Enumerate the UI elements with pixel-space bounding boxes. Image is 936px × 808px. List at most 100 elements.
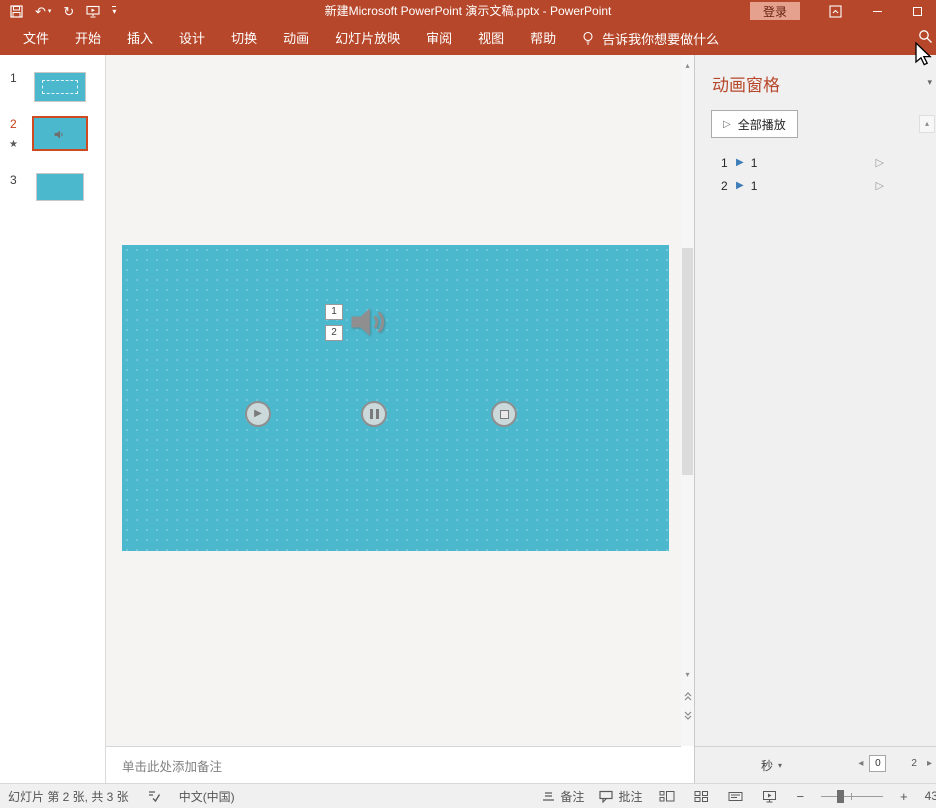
play-icon: ▷ [723,119,731,130]
ribbon-display-options-button[interactable] [826,2,844,20]
slide-info: 幻灯片 第 2 张, 共 3 张 [8,788,129,805]
ribbon-display-icon [829,5,842,18]
ribbon-tab-bar: 文件 开始 插入 设计 切换 动画 幻灯片放映 审阅 视图 帮助 告诉我你想要做… [0,22,936,55]
timeline-scroll-right-button[interactable]: ▸ [927,758,932,769]
slide-sorter-view-button[interactable] [692,790,711,803]
editor-scrollbar[interactable]: ▴ ▾ [681,55,694,746]
zoom-slider[interactable] [821,789,883,803]
animation-label: 1 [751,179,758,193]
notes-pane[interactable]: 单击此处添加备注 [106,746,681,783]
animation-pane: 动画窗格 ▾ ▷ 全部播放 ▴ 1 ▶ 1 ▷ 2 ▶ 1 ▷ 秒 ▾ ◂ 0 [694,55,936,783]
audio-speaker-icon [53,128,66,141]
zoom-out-button[interactable]: − [794,789,806,804]
stop-icon [500,410,509,419]
spellcheck-button[interactable] [147,789,161,803]
media-play-icon: ▶ [736,157,744,168]
play-all-button[interactable]: ▷ 全部播放 [711,110,798,138]
animation-item-2[interactable]: 2 ▶ 1 ▷ [709,175,884,196]
tab-slide-show[interactable]: 幻灯片放映 [322,22,413,55]
comment-icon [599,790,613,803]
zoom-slider-midpoint [851,793,852,800]
zoom-slider-track [821,796,883,797]
slide-thumbnail-panel: 1 2 ★ 3 [0,55,106,783]
normal-view-button[interactable] [657,790,677,803]
scroll-up-button[interactable]: ▴ [681,58,694,74]
tab-transitions[interactable]: 切换 [218,22,270,55]
stop-button[interactable] [491,401,517,427]
slide-show-icon [762,790,777,803]
slide-number-2: 2 [10,117,17,131]
animation-item-1[interactable]: 1 ▶ 1 ▷ [709,152,884,173]
tab-view[interactable]: 视图 [465,22,517,55]
mouse-cursor [914,42,933,68]
chevron-down-icon: ▾ [778,761,782,770]
notes-icon [542,790,555,802]
status-right: 备注 批注 [542,784,936,808]
play-icon: ▶ [254,409,262,419]
animation-tag-1[interactable]: 1 [325,304,343,320]
animation-list-scroll-up-button[interactable]: ▴ [919,115,935,133]
tab-insert[interactable]: 插入 [114,22,166,55]
slide-sorter-icon [694,790,709,803]
slide-canvas[interactable]: 1 2 ▶ [122,245,669,551]
login-button[interactable]: 登录 [750,2,800,20]
slide-number-3: 3 [10,173,17,187]
scroll-down-button[interactable]: ▾ [681,667,694,683]
tab-help[interactable]: 帮助 [517,22,569,55]
animation-tag-2[interactable]: 2 [325,325,343,341]
notes-toggle-button[interactable]: 备注 [542,788,584,805]
slide-editor-area: 1 2 ▶ [106,55,681,746]
slide-show-view-button[interactable] [760,790,779,803]
timeline-scroll-left-button[interactable]: ◂ [858,758,863,769]
scrollbar-thumb[interactable] [682,248,693,475]
zoom-slider-thumb[interactable] [837,790,844,803]
reading-view-button[interactable] [726,790,745,803]
text-placeholder-outline [42,80,78,94]
animation-star-icon: ★ [9,139,18,150]
tell-me-box[interactable]: 告诉我你想要做什么 [581,29,719,48]
tab-design[interactable]: 设计 [166,22,218,55]
timeline-origin-tick: 0 [869,755,886,772]
play-button[interactable]: ▶ [245,401,271,427]
pane-menu-chevron-icon[interactable]: ▾ [927,77,932,88]
maximize-button[interactable] [908,2,926,20]
play-all-label: 全部播放 [738,116,786,133]
zoom-level[interactable]: 43 [925,789,936,803]
next-slide-button[interactable] [681,707,694,724]
timeline-tick: 2 [911,758,917,769]
media-play-icon: ▶ [736,180,744,191]
slide-thumbnail-2[interactable] [32,116,88,151]
slide-thumbnail-3[interactable] [36,173,84,201]
seconds-dropdown[interactable]: 秒 ▾ [761,757,782,774]
zoom-in-button[interactable]: + [898,789,910,804]
slide-number-1: 1 [10,71,17,85]
comments-toggle-label: 批注 [618,788,642,805]
previous-slide-button[interactable] [681,688,694,705]
timeline-marker-icon: ▷ [876,156,884,169]
animation-order: 2 [721,179,735,193]
animation-order: 1 [721,156,735,170]
tab-animations[interactable]: 动画 [270,22,322,55]
comments-toggle-button[interactable]: 批注 [599,788,642,805]
notes-placeholder: 单击此处添加备注 [122,760,222,774]
audio-speaker-icon[interactable] [346,300,390,344]
notes-toggle-label: 备注 [560,788,584,805]
slide-thumbnail-1[interactable] [34,72,86,102]
tab-home[interactable]: 开始 [62,22,114,55]
maximize-icon [913,7,922,16]
animation-pane-footer: 秒 ▾ ◂ 0 2 ▸ [695,746,936,783]
tab-file[interactable]: 文件 [10,22,62,55]
minimize-icon [873,11,882,12]
normal-view-icon [659,790,675,803]
tab-review[interactable]: 审阅 [413,22,465,55]
double-chevron-up-icon [683,691,693,702]
language-indicator[interactable]: 中文(中国) [179,788,235,805]
titlebar: ↶ ▾ ↻ ▾ 新建Microsoft PowerPoint 演示文稿.pptx… [0,0,936,22]
minimize-button[interactable] [868,2,886,20]
timeline-marker-icon: ▷ [876,179,884,192]
double-chevron-down-icon [683,710,693,721]
reading-view-icon [728,790,743,803]
pause-button[interactable] [361,401,387,427]
status-left: 幻灯片 第 2 张, 共 3 张 中文(中国) [8,784,235,808]
lightbulb-icon [581,31,595,46]
